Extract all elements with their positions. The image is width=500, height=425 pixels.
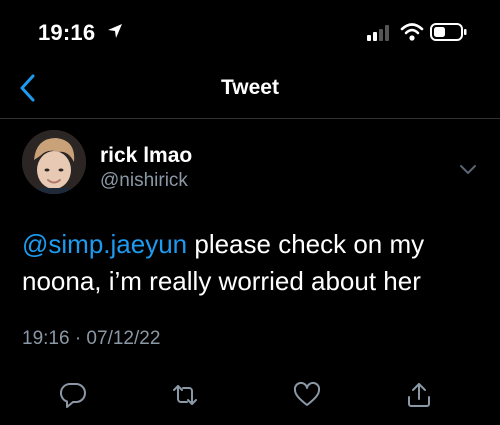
like-icon[interactable]	[292, 380, 322, 410]
share-icon[interactable]	[404, 380, 434, 410]
tweet-text-line1: please check on my	[187, 229, 425, 259]
tweet-text: @simp.jaeyun please check on my noona, i…	[22, 226, 482, 300]
location-arrow-icon	[108, 24, 122, 38]
avatar[interactable]	[22, 130, 86, 194]
avatar-image	[22, 130, 86, 194]
status-time: 19:16	[38, 20, 96, 45]
tweet-timestamp: 19:16 · 07/12/22	[22, 328, 161, 349]
tweet-text-line2: noona, i’m really worried about her	[22, 266, 421, 296]
signal-bars-icon	[367, 25, 389, 41]
battery-icon	[430, 23, 467, 41]
header-divider	[0, 118, 500, 119]
mention-link[interactable]: @simp.jaeyun	[22, 229, 187, 259]
tweet-screen: 19:16 Tweet rick lmao @nishirick @simp.j…	[0, 0, 500, 425]
page-title: Tweet	[221, 76, 279, 99]
wifi-icon	[400, 23, 424, 41]
chevron-down-icon[interactable]	[456, 160, 480, 180]
reply-icon[interactable]	[58, 380, 88, 410]
author-name[interactable]: rick lmao	[100, 144, 192, 168]
author-handle[interactable]: @nishirick	[100, 170, 188, 192]
retweet-icon[interactable]	[170, 380, 200, 410]
